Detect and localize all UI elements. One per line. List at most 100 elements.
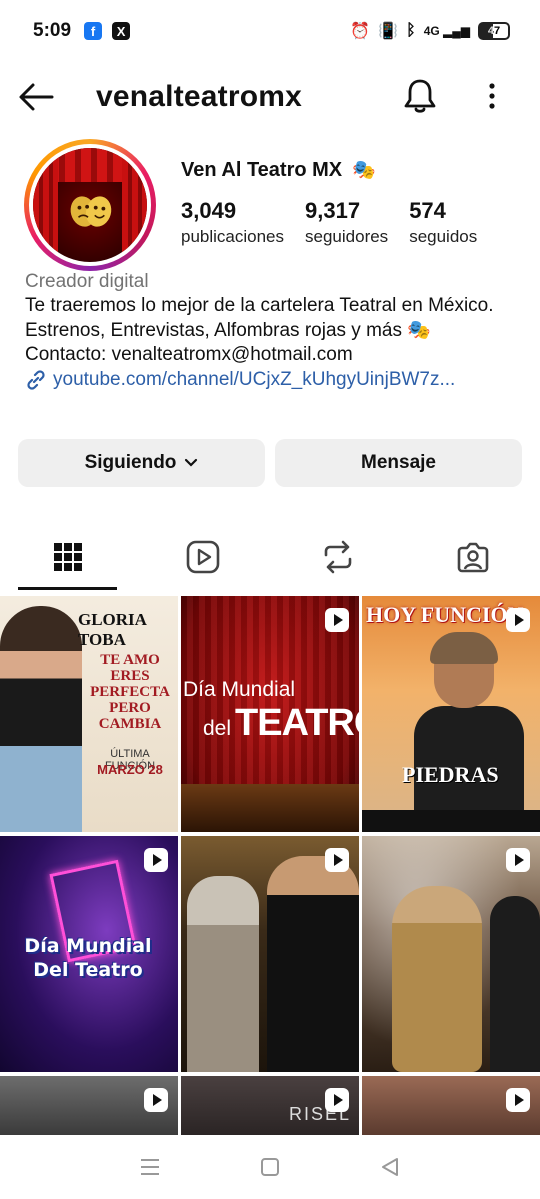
post-tile[interactable]: Día Mundial Del Teatro [0,836,178,1072]
signal-icon: 4G ▂▄▆ [423,24,470,38]
display-name: Ven Al Teatro MX [181,158,343,181]
status-icons: ⏰ 📳 ᛒ 4G ▂▄▆ 47 [350,21,510,41]
repost-icon [324,540,351,574]
post-tile[interactable] [362,1076,540,1136]
stat-posts-value: 3,049 [181,198,237,223]
post-tile[interactable] [362,836,540,1072]
profile-header: venalteatromx [0,62,540,132]
alarm-icon: ⏰ [350,23,371,40]
bio-line-3: Contacto: venalteatromx@hotmail.com [25,344,353,366]
back-arrow-icon [19,83,54,111]
stat-following-value: 574 [409,198,446,223]
menu-lines-icon [141,1159,159,1175]
post-line-1: Día Mundial [183,678,296,701]
tab-reels[interactable] [135,524,270,590]
post-line-2: del [203,717,232,740]
profile-bio: Creador digital Te traeremos lo mejor de… [25,270,525,392]
back-button[interactable] [16,77,56,117]
facebook-notification-icon: f [84,22,103,40]
link-icon [27,370,45,390]
message-button-label: Mensaje [361,452,436,473]
post-subtitle: TE AMO ERES PERFECTA PERO CAMBIA [90,652,170,732]
avatar-story-ring[interactable] [24,139,156,271]
x-notification-icon: X [112,22,131,40]
post-tile[interactable]: GLORIA TOBA TE AMO ERES PERFECTA PERO CA… [0,596,178,832]
post-photo-person [490,896,540,1072]
bluetooth-icon: ᛒ [406,22,416,39]
post-tile[interactable]: HOY FUNCIÓN PIEDRAS [362,596,540,832]
profile-link[interactable]: youtube.com/channel/UCjxZ_kUhgyUinjBW7z.… [25,368,525,392]
following-button-label: Siguiendo [84,452,177,473]
display-name-row: Ven Al Teatro MX 🎭 [181,158,376,182]
theatre-masks-icon [70,196,112,227]
profile-stats: 3,049 publicaciones 9,317 seguidores 574… [181,197,498,249]
post-photo-person [187,876,259,1072]
stat-followers-label: seguidores [305,227,389,246]
bell-icon [404,79,436,113]
stat-posts-label: publicaciones [181,227,285,246]
post-photo-person [0,606,82,832]
post-title: GLORIA TOBA [78,610,147,649]
network-type: 4G [423,24,440,38]
tab-tagged[interactable] [405,524,540,590]
battery-level: 47 [487,25,501,37]
reel-play-icon [506,848,530,872]
reel-play-icon [325,608,349,632]
reel-play-icon [506,608,530,632]
home-square-icon [261,1158,279,1176]
stat-followers[interactable]: 9,317 seguidores [305,197,388,249]
post-tile[interactable]: RISEL [181,1076,359,1136]
post-line-2: MARZO 28 [97,762,163,777]
more-options-button[interactable] [472,76,512,116]
post-photo-person [414,632,524,832]
post-title: PIEDRAS [402,762,499,787]
home-button[interactable] [250,1147,290,1187]
grid-icon [53,543,82,571]
stat-followers-value: 9,317 [305,198,361,223]
reel-play-icon [506,1088,530,1112]
stat-following[interactable]: 574 seguidos [409,197,477,249]
stat-posts[interactable]: 3,049 publicaciones [181,197,284,249]
post-line-2: Del Teatro [33,959,143,981]
chevron-down-icon [185,458,198,467]
post-tile[interactable] [0,1076,178,1136]
profile-username: venalteatromx [96,80,303,113]
stat-following-label: seguidos [409,227,478,246]
recents-button[interactable] [130,1147,170,1187]
system-back-button[interactable] [370,1147,410,1187]
reels-icon [186,540,219,574]
post-info-strip [362,810,540,832]
profile-link-text: youtube.com/channel/UCjxZ_kUhgyUinjBW7z.… [53,368,456,390]
post-photo-person [392,886,482,1072]
tab-posts-grid[interactable] [0,524,135,590]
system-nav-bar [0,1135,540,1199]
message-button[interactable]: Mensaje [275,439,522,487]
reel-play-icon [325,1088,349,1112]
notifications-button[interactable] [400,76,440,116]
profile-tabs [0,524,540,590]
battery-icon: 47 [478,22,510,40]
reel-play-icon [325,848,349,872]
theatre-masks-emoji: 🎭 [352,160,376,181]
posts-grid: GLORIA TOBA TE AMO ERES PERFECTA PERO CA… [0,596,540,1136]
vibrate-icon: 📳 [378,23,399,40]
reel-play-icon [144,1088,168,1112]
triangle-back-icon [382,1158,398,1176]
status-bar: 5:09 f X ⏰ 📳 ᛒ 4G ▂▄▆ 47 [0,0,540,62]
tab-reposts[interactable] [270,524,405,590]
post-line-1: Día Mundial [24,935,152,957]
bio-line-1: Te traeremos lo mejor de la cartelera Te… [25,295,494,317]
bio-line-2: Estrenos, Entrevistas, Alfombras rojas y… [25,319,431,341]
tagged-person-icon [457,542,488,573]
avatar [33,148,147,262]
more-vertical-icon [489,83,495,109]
post-banner: HOY FUNCIÓN [366,602,524,627]
reel-play-icon [144,848,168,872]
following-button[interactable]: Siguiendo [18,439,265,487]
post-line-3: TEATRO [235,702,359,744]
post-tile[interactable] [181,836,359,1072]
post-photo-person [267,856,359,1072]
status-time: 5:09 [33,20,72,41]
post-tile[interactable]: Día Mundial delTEATRO [181,596,359,832]
profile-category: Creador digital [25,271,149,292]
